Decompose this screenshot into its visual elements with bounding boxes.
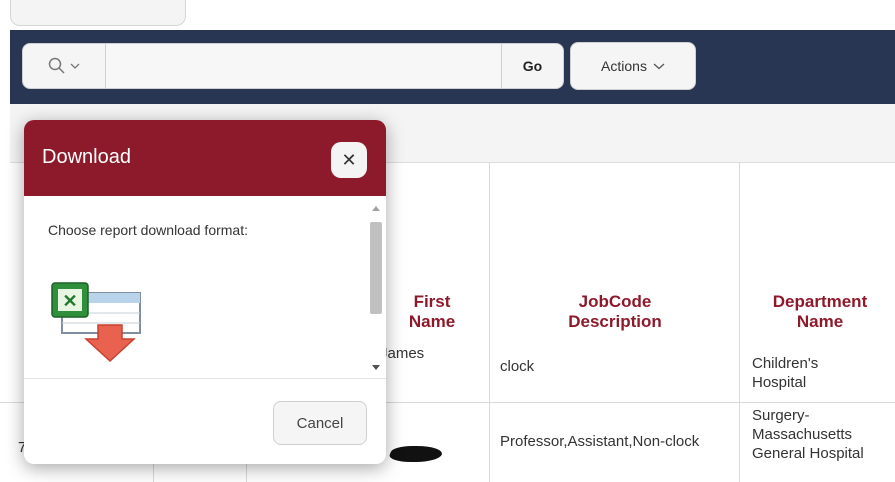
close-icon: ✕	[341, 149, 357, 170]
cancel-button[interactable]: Cancel	[273, 401, 367, 445]
close-button[interactable]: ✕	[331, 142, 367, 178]
scroll-up-icon[interactable]	[370, 204, 382, 214]
dialog-title: Download	[42, 146, 131, 168]
excel-download-icon[interactable]: ✕	[48, 281, 148, 363]
dialog-body: Choose report download format: ✕	[24, 196, 386, 378]
download-format-prompt: Choose report download format:	[48, 222, 248, 238]
dialog-header: Download ✕	[24, 120, 386, 196]
scroll-down-icon[interactable]	[370, 362, 382, 372]
dialog-scrollbar[interactable]	[370, 204, 382, 372]
dialog-footer: Cancel	[24, 378, 386, 464]
download-dialog: Download ✕ Choose report download format…	[24, 120, 386, 464]
scroll-thumb[interactable]	[370, 222, 382, 314]
svg-text:✕: ✕	[62, 291, 77, 311]
